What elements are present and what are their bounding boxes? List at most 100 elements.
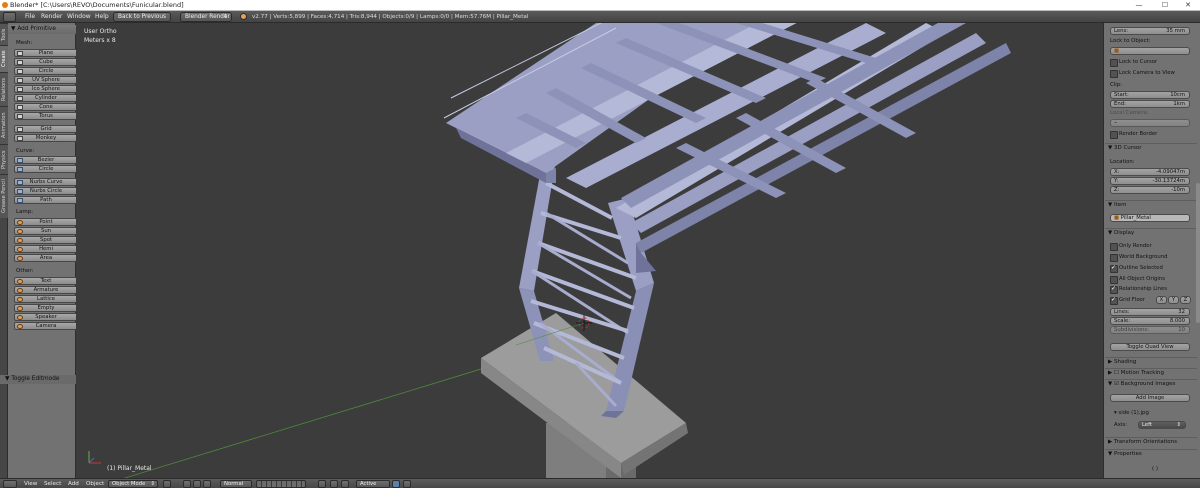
axis-select[interactable]: Left ⇕: [1138, 421, 1186, 429]
snap-element-icon[interactable]: [341, 480, 349, 488]
lens-field[interactable]: Lens: 35 mm: [1110, 27, 1190, 35]
lock-object-field[interactable]: ■: [1110, 47, 1190, 55]
grid-lines-field[interactable]: Lines: 32: [1110, 308, 1190, 316]
menu-add[interactable]: Add: [68, 479, 79, 488]
only-render-checkbox[interactable]: Only Render: [1110, 243, 1152, 251]
add-empty-button[interactable]: Empty: [14, 304, 78, 312]
clip-start-field[interactable]: Start: 10cm: [1110, 91, 1190, 99]
add-spot-lamp-button[interactable]: Spot: [14, 236, 78, 244]
add-nurbs-circle-button[interactable]: Nurbs Circle: [14, 187, 78, 195]
grid-scale-field[interactable]: Scale: 8.000: [1110, 317, 1190, 325]
tab-physics[interactable]: Physics: [0, 144, 8, 174]
background-images-section-header[interactable]: ▼ ☑ Background Images: [1105, 379, 1197, 388]
add-curve-circle-button[interactable]: Circle: [14, 165, 78, 173]
snap-toggle-icon[interactable]: [330, 480, 338, 488]
subdivisions-field[interactable]: Subdivisions: 10: [1110, 326, 1190, 334]
add-ico-sphere-button[interactable]: Ico Sphere: [14, 85, 78, 93]
item-section-header[interactable]: ▼ Item: [1105, 200, 1197, 209]
background-image-entry[interactable]: ▾ side (1).jpg: [1114, 410, 1149, 416]
tab-relations[interactable]: Relations: [0, 72, 8, 106]
clip-end-field[interactable]: End: 1km: [1110, 100, 1190, 108]
properties-section-header[interactable]: ▼ Properties: [1105, 449, 1197, 458]
properties-scrollbar[interactable]: [1196, 183, 1200, 323]
translate-icon[interactable]: [203, 480, 211, 488]
tab-animation[interactable]: Animation: [0, 106, 8, 144]
editor-type-info-icon[interactable]: [3, 12, 16, 22]
cursor-y-field[interactable]: Y: -30.13724m: [1110, 177, 1190, 185]
render-border-checkbox[interactable]: Render Border: [1110, 131, 1157, 139]
add-image-button[interactable]: Add Image: [1110, 394, 1190, 402]
grid-floor-checkbox[interactable]: Grid Floor: [1110, 296, 1145, 305]
axis-z-toggle[interactable]: Z: [1180, 296, 1191, 304]
add-circle-button[interactable]: Circle: [14, 67, 78, 75]
toggle-quad-view-button[interactable]: Toggle Quad View: [1110, 343, 1190, 351]
cursor-z-field[interactable]: Z: -10m: [1110, 186, 1190, 194]
add-bezier-button[interactable]: Bezier: [14, 156, 78, 164]
mode-select[interactable]: Object Mode ⇕: [108, 480, 158, 488]
axis-x-toggle[interactable]: X: [1156, 296, 1167, 304]
world-background-checkbox[interactable]: World Background: [1110, 254, 1167, 262]
add-path-button[interactable]: Path: [14, 196, 78, 204]
opengl-animation-icon[interactable]: [403, 480, 411, 488]
add-point-lamp-button[interactable]: Point: [14, 218, 78, 226]
menu-select[interactable]: Select: [44, 479, 61, 488]
add-cone-button[interactable]: Cone: [14, 103, 78, 111]
manipulator-toggle-icon[interactable]: [193, 480, 201, 488]
add-camera-button[interactable]: Camera: [14, 322, 78, 330]
add-armature-button[interactable]: Armature: [14, 286, 78, 294]
menu-render[interactable]: Render: [41, 12, 62, 22]
cursor-x-field[interactable]: X: -4.09047m: [1110, 168, 1190, 176]
menu-file[interactable]: File: [25, 12, 35, 22]
display-section-header[interactable]: ▼ Display: [1105, 228, 1197, 237]
3d-cursor-section-header[interactable]: ▼ 3D Cursor: [1105, 143, 1197, 152]
local-camera-field[interactable]: ⌁: [1110, 119, 1190, 127]
tab-tools[interactable]: Tools: [0, 23, 8, 45]
add-lattice-button[interactable]: Lattice: [14, 295, 78, 303]
transform-orientations-section-header[interactable]: ▶ Transform Orientations: [1105, 437, 1197, 446]
add-plane-button[interactable]: Plane: [14, 49, 78, 57]
add-sun-lamp-button[interactable]: Sun: [14, 227, 78, 235]
render-engine-select[interactable]: Blender Render ⇕: [180, 12, 232, 22]
motion-tracking-section-header[interactable]: ▶ ☐ Motion Tracking: [1105, 368, 1197, 377]
snap-target-select[interactable]: Active: [356, 480, 390, 488]
menu-window[interactable]: Window: [67, 12, 91, 22]
add-grid-button[interactable]: Grid: [14, 125, 78, 133]
viewport-shading-icon[interactable]: [163, 480, 171, 488]
add-monkey-button[interactable]: Monkey: [14, 134, 78, 142]
relationship-lines-checkbox[interactable]: Relationship Lines: [1110, 285, 1167, 294]
back-to-previous-button[interactable]: Back to Previous: [113, 12, 172, 22]
transform-orientation-select[interactable]: Normal: [220, 480, 252, 488]
add-torus-button[interactable]: Torus: [14, 112, 78, 120]
shading-section-header[interactable]: ▶ Shading: [1105, 357, 1197, 366]
add-cube-button[interactable]: Cube: [14, 58, 78, 66]
menu-object[interactable]: Object: [86, 479, 104, 488]
tab-create[interactable]: Create: [0, 45, 8, 72]
editor-type-3d-icon[interactable]: [3, 480, 17, 488]
pivot-point-icon[interactable]: [183, 480, 191, 488]
proportional-edit-icon[interactable]: [318, 480, 326, 488]
menu-view[interactable]: View: [24, 479, 37, 488]
close-button[interactable]: ✕: [1176, 0, 1200, 11]
add-speaker-button[interactable]: Speaker: [14, 313, 78, 321]
3d-viewport[interactable]: User Ortho Meters x 8 (1) Pillar_Metal: [76, 23, 1103, 478]
outline-selected-checkbox[interactable]: Outline Selected: [1110, 264, 1163, 273]
maximize-button[interactable]: ☐: [1153, 0, 1177, 11]
lock-camera-to-view-checkbox[interactable]: Lock Camera to View: [1110, 70, 1175, 78]
add-primitive-panel-header[interactable]: ▼ Add Primitive: [8, 25, 76, 34]
add-area-lamp-button[interactable]: Area: [14, 254, 78, 262]
add-hemi-lamp-button[interactable]: Hemi: [14, 245, 78, 253]
add-nurbs-curve-button[interactable]: Nurbs Curve: [14, 178, 78, 186]
menu-help[interactable]: Help: [95, 12, 109, 22]
layer-buttons[interactable]: [256, 480, 306, 488]
toggle-editmode-panel[interactable]: ▼ Toggle Editmode: [0, 375, 76, 384]
item-name-field[interactable]: ■ Pillar_Metal: [1110, 214, 1190, 222]
axis-y-toggle[interactable]: Y: [1168, 296, 1179, 304]
add-text-button[interactable]: Text: [14, 277, 78, 285]
add-uv-sphere-button[interactable]: UV Sphere: [14, 76, 78, 84]
all-object-origins-checkbox[interactable]: All Object Origins: [1110, 276, 1165, 284]
add-cylinder-button[interactable]: Cylinder: [14, 94, 78, 102]
tab-grease-pencil[interactable]: Grease Pencil: [0, 174, 8, 218]
opengl-render-icon[interactable]: [392, 480, 400, 488]
minimize-button[interactable]: —: [1127, 0, 1151, 11]
lock-to-cursor-checkbox[interactable]: Lock to Cursor: [1110, 59, 1157, 67]
